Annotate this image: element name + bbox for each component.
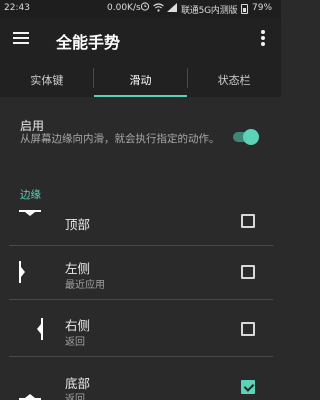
left-edge-icon (19, 261, 25, 283)
status-time: 22:43 (4, 3, 30, 13)
enable-toggle-thumb[interactable] (243, 129, 259, 145)
wifi-icon (153, 3, 164, 12)
status-bar: 22:43 0.00K/s 联通5G内测版 79% (0, 0, 281, 18)
edge-item-bottom[interactable]: 底部 返回 (9, 360, 273, 400)
edge-left-checkbox[interactable] (241, 265, 255, 279)
status-net-speed: 0.00K/s (107, 3, 141, 13)
edge-item-action: 返回 (65, 337, 85, 348)
edge-right-checkbox[interactable] (241, 322, 255, 336)
edge-item-name: 右侧 (65, 318, 91, 333)
signal-icon (167, 3, 177, 12)
status-battery-percent: 79% (252, 3, 273, 13)
top-edge-icon (19, 210, 41, 216)
tab-bar: 实体键 滑动 状态栏 (0, 60, 281, 97)
tab-divider (93, 68, 94, 88)
edge-bottom-checkbox[interactable] (241, 380, 255, 394)
alarm-icon (140, 2, 150, 11)
tab-swipe[interactable]: 滑动 (93, 60, 188, 97)
edge-item-left[interactable]: 左侧 最近应用 (9, 246, 273, 300)
battery-icon (241, 4, 248, 14)
app-title: 全能手势 (56, 33, 121, 52)
enable-setting-row[interactable]: 启用 从屏幕边缘向内滑，就会执行指定的动作。 (0, 97, 281, 174)
hamburger-menu-icon[interactable] (13, 32, 29, 44)
edge-top-checkbox[interactable] (241, 214, 255, 228)
right-edge-icon (37, 318, 43, 340)
edge-item-top[interactable]: 顶部 (9, 192, 273, 246)
tab-label: 状态栏 (217, 74, 251, 87)
tab-status-bar[interactable]: 状态栏 (187, 60, 281, 97)
edge-item-action: 返回 (65, 394, 85, 400)
tab-divider (187, 68, 188, 88)
edge-item-action: 最近应用 (65, 280, 105, 291)
bottom-edge-icon (19, 394, 41, 400)
app-bar: 全能手势 (0, 18, 281, 60)
edge-item-right[interactable]: 右侧 返回 (9, 303, 273, 357)
tab-label: 滑动 (129, 74, 152, 87)
status-carrier: 联通5G内测版 (181, 6, 238, 16)
more-vert-icon[interactable] (261, 30, 265, 46)
edge-item-name: 左侧 (65, 261, 91, 276)
tab-label: 实体键 (30, 74, 64, 87)
tab-physical-keys[interactable]: 实体键 (0, 60, 94, 97)
enable-description: 从屏幕边缘向内滑，就会执行指定的动作。 (20, 133, 220, 145)
edge-item-name: 顶部 (65, 217, 91, 232)
